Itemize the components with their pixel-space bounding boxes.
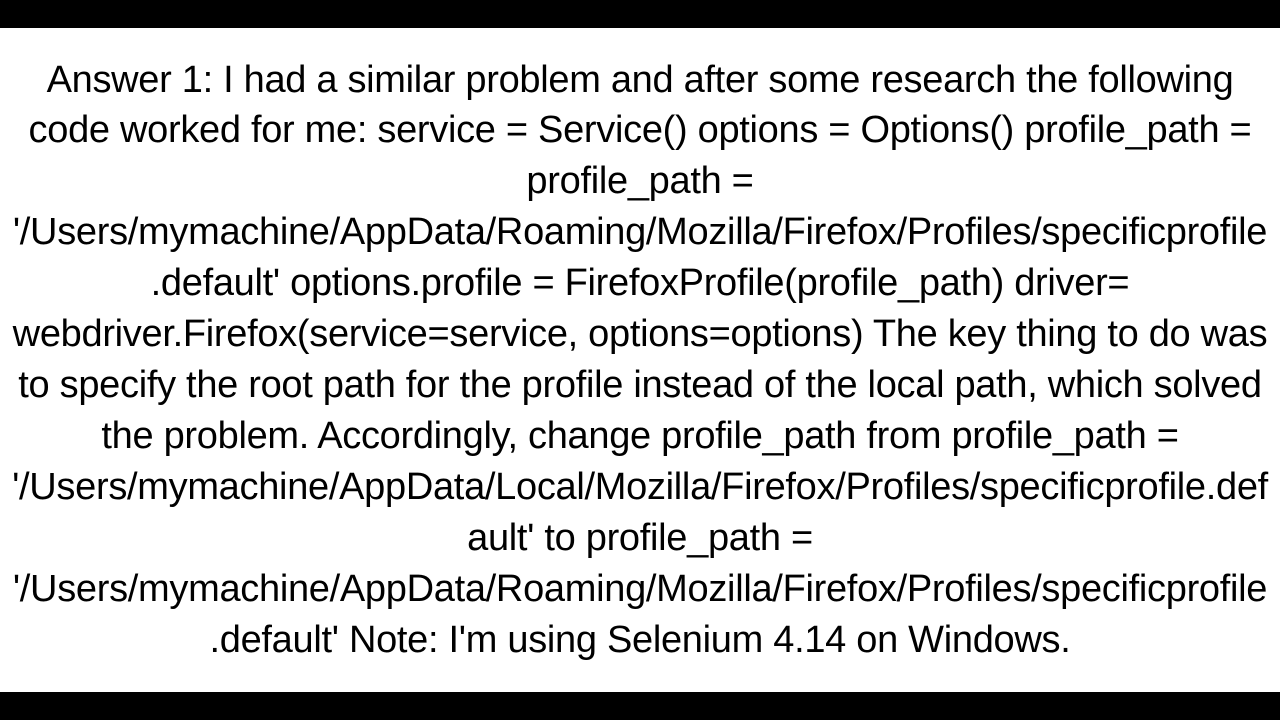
- top-black-bar: [0, 0, 1280, 28]
- answer-text: Answer 1: I had a similar problem and af…: [10, 55, 1270, 666]
- content-area: Answer 1: I had a similar problem and af…: [0, 28, 1280, 692]
- bottom-black-bar: [0, 692, 1280, 720]
